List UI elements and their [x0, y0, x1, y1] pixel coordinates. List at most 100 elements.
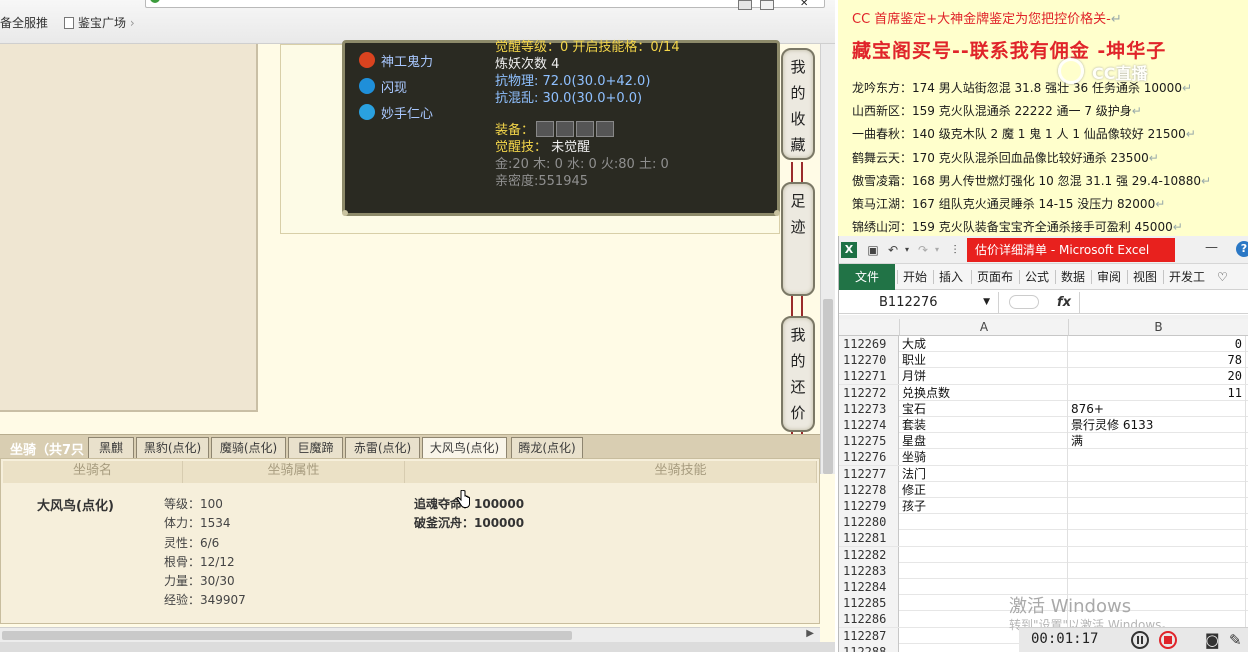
- cell-b[interactable]: [1069, 449, 1246, 466]
- cell-a[interactable]: 法门: [900, 465, 1068, 482]
- ribbon-tab[interactable]: 开发工: [1165, 264, 1209, 290]
- bookmark-item[interactable]: 备全服推: [0, 14, 48, 31]
- row-header[interactable]: 112272: [839, 384, 899, 401]
- cell-b[interactable]: 满: [1069, 433, 1246, 450]
- row-header[interactable]: 112285: [839, 595, 899, 612]
- customize-qat-icon[interactable]: ⫶: [947, 242, 963, 258]
- equip-slot[interactable]: [536, 121, 555, 137]
- name-box[interactable]: B112276 ▼: [839, 292, 999, 313]
- row-header[interactable]: 112277: [839, 465, 899, 482]
- camera-icon[interactable]: ◙: [1205, 631, 1220, 649]
- row-header[interactable]: 112270: [839, 352, 899, 369]
- pen-icon[interactable]: ✎: [1229, 631, 1242, 649]
- ribbon-tab[interactable]: 开始: [899, 264, 931, 290]
- cell-b[interactable]: 20: [1069, 368, 1246, 385]
- maximize-icon[interactable]: [760, 0, 774, 10]
- equip-slot[interactable]: [576, 121, 595, 137]
- cell-a[interactable]: 兑换点数: [900, 384, 1068, 401]
- close-icon[interactable]: ✕: [800, 0, 814, 10]
- cell-a[interactable]: 宝石: [900, 400, 1068, 417]
- ribbon-tab[interactable]: 公式: [1021, 264, 1053, 290]
- help-icon[interactable]: ?: [1236, 241, 1248, 257]
- mount-tab[interactable]: 魔骑(点化): [211, 437, 286, 459]
- select-all-corner[interactable]: [839, 319, 900, 336]
- cell-a[interactable]: 职业: [900, 352, 1068, 369]
- address-bar[interactable]: [145, 0, 825, 8]
- excel-logo-icon[interactable]: X: [841, 242, 857, 258]
- row-header[interactable]: 112275: [839, 433, 899, 450]
- row-header[interactable]: 112283: [839, 562, 899, 579]
- row-header[interactable]: 112284: [839, 579, 899, 595]
- ribbon-tab[interactable]: 插入: [935, 264, 967, 290]
- side-tab-footprints[interactable]: 足迹: [781, 182, 815, 296]
- cell-b[interactable]: 11: [1069, 384, 1246, 401]
- cell-a[interactable]: [900, 514, 1068, 531]
- fx-icon[interactable]: fx: [1057, 292, 1071, 313]
- formula-bar-handle[interactable]: [1009, 295, 1039, 309]
- cell-b[interactable]: [1069, 530, 1246, 547]
- pet-skill[interactable]: 神工鬼力: [359, 47, 433, 73]
- cell-a[interactable]: [900, 546, 1068, 563]
- vertical-scrollbar[interactable]: [820, 44, 835, 474]
- formula-input[interactable]: [1079, 292, 1248, 313]
- ribbon-tab[interactable]: 文件: [839, 264, 895, 290]
- cell-b[interactable]: [1069, 546, 1246, 563]
- horizontal-scrollbar[interactable]: ▶: [0, 627, 820, 642]
- cell-b[interactable]: 0: [1069, 336, 1246, 352]
- pet-skill[interactable]: 闪现: [359, 73, 433, 99]
- row-header[interactable]: 112271: [839, 368, 899, 385]
- bookmark-item[interactable]: 鉴宝广场 ›: [64, 14, 135, 31]
- dropdown-icon[interactable]: ▾: [899, 242, 915, 258]
- ribbon-tab[interactable]: 数据: [1057, 264, 1089, 290]
- row-header[interactable]: 112288: [839, 643, 899, 652]
- scrollbar-thumb[interactable]: [2, 631, 572, 640]
- minimize-icon[interactable]: —: [1205, 240, 1218, 255]
- row-header[interactable]: 112276: [839, 449, 899, 466]
- equip-slot[interactable]: [556, 121, 575, 137]
- pet-skill[interactable]: 妙手仁心: [359, 99, 433, 125]
- ribbon-collapse-icon[interactable]: ♡: [1213, 264, 1232, 290]
- cell-b[interactable]: [1069, 481, 1246, 498]
- cell-a[interactable]: 大成: [900, 336, 1068, 352]
- column-header-b[interactable]: B: [1069, 319, 1248, 336]
- restore-icon[interactable]: [738, 0, 752, 10]
- column-header-a[interactable]: A: [900, 319, 1069, 336]
- arrow-right-icon[interactable]: ▶: [806, 628, 814, 639]
- row-header[interactable]: 112287: [839, 627, 899, 644]
- ribbon-tab[interactable]: 页面布: [973, 264, 1017, 290]
- cell-b[interactable]: [1069, 562, 1246, 579]
- side-tab-favorites[interactable]: 我的收藏: [781, 48, 815, 160]
- pause-icon[interactable]: [1131, 631, 1149, 649]
- cell-b[interactable]: 876+: [1069, 400, 1246, 417]
- ribbon-tab[interactable]: 审阅: [1093, 264, 1125, 290]
- cell-a[interactable]: 坐骑: [900, 449, 1068, 466]
- dropdown-icon[interactable]: ▾: [929, 242, 945, 258]
- row-header[interactable]: 112269: [839, 336, 899, 352]
- mount-tab[interactable]: 黑麒: [88, 437, 134, 459]
- cell-b[interactable]: [1069, 465, 1246, 482]
- cell-b[interactable]: [1069, 514, 1246, 531]
- stop-record-icon[interactable]: [1159, 631, 1177, 649]
- cell-a[interactable]: 星盘: [900, 433, 1068, 450]
- equip-slot[interactable]: [596, 121, 615, 137]
- row-header[interactable]: 112282: [839, 546, 899, 563]
- save-icon[interactable]: ▣: [865, 242, 881, 258]
- cell-a[interactable]: [900, 530, 1068, 547]
- cell-a[interactable]: 套装: [900, 417, 1068, 433]
- mount-tab[interactable]: 腾龙(点化): [511, 437, 583, 459]
- cell-b[interactable]: 景行灵修 6133: [1069, 417, 1246, 433]
- ribbon-tab[interactable]: 视图: [1129, 264, 1161, 290]
- mount-tab[interactable]: 大风鸟(点化): [422, 437, 507, 459]
- cell-a[interactable]: 孩子: [900, 498, 1068, 514]
- row-header[interactable]: 112273: [839, 400, 899, 417]
- side-tab-my-offers[interactable]: 我的还价: [781, 316, 815, 432]
- scrollbar-thumb[interactable]: [823, 299, 833, 474]
- row-header[interactable]: 112274: [839, 417, 899, 433]
- mount-tab[interactable]: 赤雷(点化): [345, 437, 420, 459]
- cell-b[interactable]: [1069, 498, 1246, 514]
- cell-a[interactable]: 修正: [900, 481, 1068, 498]
- row-header[interactable]: 112278: [839, 481, 899, 498]
- row-header[interactable]: 112280: [839, 514, 899, 531]
- mount-tab[interactable]: 黑豹(点化): [136, 437, 209, 459]
- cell-a[interactable]: 月饼: [900, 368, 1068, 385]
